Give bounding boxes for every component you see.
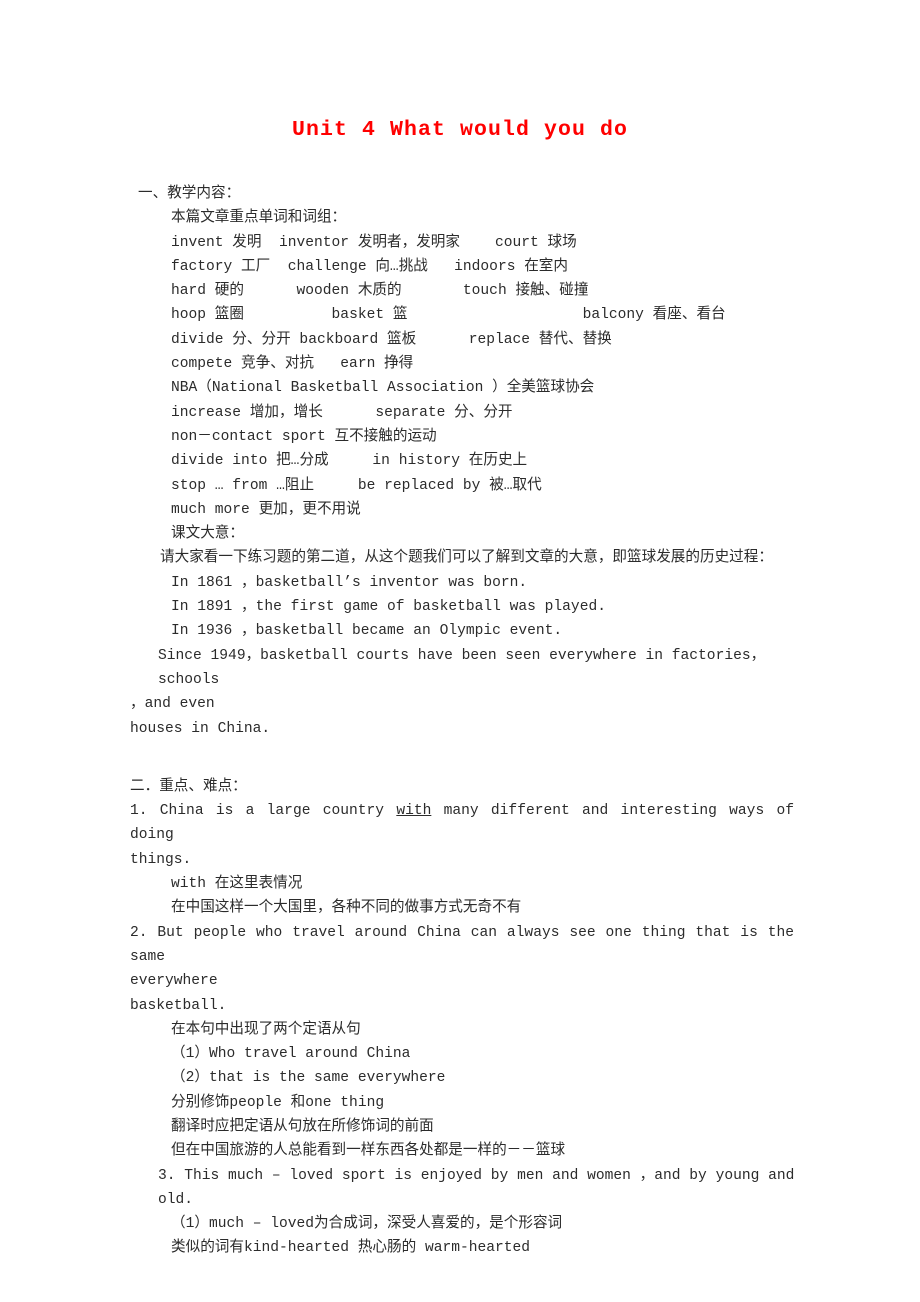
section2-heading: 二．重点、难点： [130, 778, 247, 795]
list-item: 1. China is a large country with many di… [130, 799, 794, 848]
item2-note: 分别修饰people 和one thing [171, 1094, 385, 1111]
document-body: 一、教学内容： 本篇文章重点单词和词组： invent 发明 inventor … [130, 182, 798, 1261]
vocab-line: invent 发明 inventor 发明者，发明家 court 球场 [171, 234, 577, 251]
vocab-line: factory 工厂 challenge 向…挑战 indoors 在室内 [171, 258, 568, 275]
timeline-line: In 1891 ，the first game of basketball wa… [171, 599, 606, 616]
section1-subheading: 本篇文章重点单词和词组： [171, 210, 347, 227]
item2-number: 2. [130, 924, 148, 941]
document-page: Unit 4 What would you do 一、教学内容： 本篇文章重点单… [0, 0, 920, 1302]
vocab-line: hoop 篮圈 basket 篮 balcony 看座、看台 [171, 307, 726, 324]
vocab-line: hard 硬的 wooden 木质的 touch 接触、碰撞 [171, 283, 589, 300]
list-item: 3. This much – loved sport is enjoyed by… [158, 1164, 798, 1213]
page-title: Unit 4 What would you do [291, 118, 629, 142]
item2-note: 在本句中出现了两个定语从句 [171, 1021, 361, 1038]
vocab-line: much more 更加，更不用说 [171, 501, 361, 518]
item2-text: But people who travel around China can a… [130, 924, 794, 965]
item1-note: 在中国这样一个大国里，各种不同的做事方式无奇不有 [171, 900, 522, 917]
item1-underlined-word: with [396, 803, 432, 820]
gist-label: 课文大意： [171, 526, 244, 543]
item3-note: （1）much – loved为合成词，深受人喜爱的，是个形容词 [171, 1216, 563, 1233]
item2-note: （2）that is the same everywhere [171, 1070, 446, 1087]
gist-paragraph: 请大家看一下练习题的第二道，从这个题我们可以了解到文章的大意，即篮球发展的历史过… [160, 550, 773, 567]
vocab-line: NBA（National Basketball Association ）全美篮… [171, 380, 595, 397]
timeline-line: In 1936 ，basketball became an Olympic ev… [171, 623, 563, 640]
item3-note: 类似的词有kind-hearted 热心肠的 warm-hearted [171, 1240, 531, 1257]
timeline-line: Since 1949，basketball courts have been s… [158, 647, 766, 688]
item1-number: 1. [130, 803, 148, 820]
vocab-line: non－contact sport 互不接触的运动 [171, 428, 437, 445]
list-item: 2. But people who travel around China ca… [130, 921, 794, 970]
vocab-line: increase 增加，增长 separate 分、分开 [171, 404, 513, 421]
item2-note: 翻译时应把定语从句放在所修饰词的前面 [171, 1118, 434, 1135]
item3-number: 3. [158, 1167, 176, 1184]
item2-wrap-a: everywhere [130, 973, 218, 990]
vocab-line: compete 竞争、对抗 earn 挣得 [171, 356, 414, 373]
timeline-wrap-a: ，and even [130, 696, 215, 713]
item3-text: This much – loved sport is enjoyed by me… [158, 1167, 804, 1208]
vocab-line: divide into 把…分成 in history 在历史上 [171, 453, 528, 470]
timeline-wrap-b: houses in China. [130, 720, 271, 737]
vocab-line: divide 分、分开 backboard 篮板 replace 替代、替换 [171, 331, 612, 348]
item1-wrap: things. [130, 851, 192, 868]
section1-heading: 一、教学内容： [138, 186, 241, 202]
timeline-line: In 1861 ，basketball’s inventor was born. [171, 574, 528, 591]
vocab-line: stop … from …阻止 be replaced by 被…取代 [171, 477, 542, 494]
item2-note: （1）Who travel around China [171, 1046, 411, 1063]
item1-text-before: China is a large country [147, 803, 397, 820]
item2-wrap-b: basketball. [130, 997, 227, 1014]
item1-note: with 在这里表情况 [171, 876, 303, 893]
item2-note: 但在中国旅游的人总能看到一样东西各处都是一样的－－篮球 [171, 1143, 566, 1160]
